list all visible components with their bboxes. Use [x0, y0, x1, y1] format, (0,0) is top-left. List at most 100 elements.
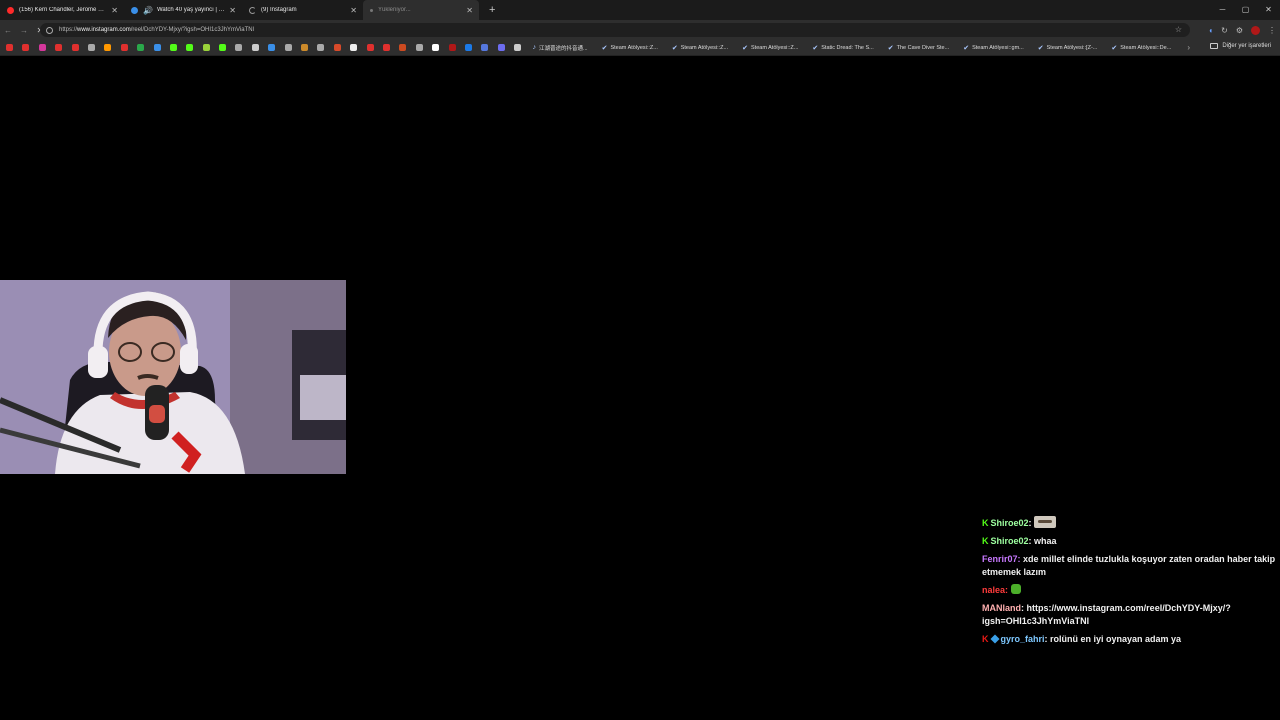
chat-username: Shiroe02	[990, 518, 1029, 528]
chat-message: MANland: https://www.instagram.com/reel/…	[982, 602, 1278, 628]
chat-message: K Shiroe02:	[982, 516, 1278, 530]
bookmark-favicon-icon[interactable]	[202, 44, 210, 51]
tab-instagram[interactable]: (9) Instagram ✕	[242, 0, 363, 20]
site-info-icon[interactable]	[46, 26, 53, 34]
tab-title: (9) Instagram	[261, 7, 297, 13]
menu-icon[interactable]: ⋮	[1268, 26, 1276, 35]
bookmark-favicon-icon[interactable]	[169, 44, 177, 51]
new-tab-button[interactable]: +	[489, 4, 495, 16]
chat-text: rolünü en iyi oynayan adam ya	[1050, 634, 1182, 644]
other-bookmarks-folder[interactable]: Diğer yer işaretleri	[1210, 43, 1271, 49]
bookmark-item[interactable]: ✔ Steam Atölyesi::Z...	[742, 44, 798, 52]
bookmark-favicon-icon[interactable]	[497, 44, 505, 51]
navigation-bar: ← → ✕ https://www.instagram.com/reel/Dch…	[0, 20, 1280, 40]
bookmark-favicon-icon[interactable]	[415, 44, 423, 51]
bookmark-favicon-icon[interactable]	[55, 44, 63, 51]
bookmark-favicon-icon[interactable]	[317, 44, 325, 51]
bookmark-favicon-icon[interactable]	[104, 44, 112, 51]
streamer-webcam	[0, 280, 346, 474]
refresh-extension-icon[interactable]: ↻	[1221, 26, 1228, 35]
bookmark-favicon-icon[interactable]	[38, 44, 46, 51]
extensions-icon[interactable]: ⚙	[1236, 26, 1243, 35]
steam-check-icon: ✔	[671, 44, 678, 52]
forward-button[interactable]: →	[16, 26, 32, 35]
chat-username: gyro_fahri	[1000, 634, 1045, 644]
bookmark-favicon-icon[interactable]	[350, 44, 358, 51]
bookmark-item[interactable]: ✔ The Cave Diver Ste...	[888, 44, 949, 52]
chat-username: nalea	[982, 585, 1006, 595]
chat-colon: :	[1005, 585, 1011, 595]
tab-close-icon[interactable]: ✕	[466, 6, 473, 15]
bookmark-star-icon[interactable]: ☆	[1175, 25, 1182, 34]
folder-icon	[1210, 43, 1219, 49]
bookmark-favicon-icon[interactable]	[153, 44, 161, 51]
read-aloud-icon[interactable]: ◖	[1208, 26, 1213, 35]
tab-close-icon[interactable]: ✕	[111, 6, 118, 15]
back-button[interactable]: ←	[0, 26, 16, 35]
tab-close-icon[interactable]: ✕	[229, 6, 236, 15]
bookmark-favicon-icon[interactable]	[464, 44, 472, 51]
bookmark-item[interactable]: ♪ 江湖晋途的抖音通...	[533, 44, 588, 52]
chat-text: whaa	[1034, 536, 1057, 546]
bookmark-item[interactable]: ✔ Steam Atölyesi::[Z-...	[1038, 44, 1098, 52]
bookmark-favicon-icon[interactable]	[120, 44, 128, 51]
steam-check-icon: ✔	[887, 44, 894, 52]
bookmark-favicon-icon[interactable]	[268, 44, 276, 51]
window-controls: ─ ▢ ✕	[1211, 0, 1280, 20]
steam-check-icon: ✔	[601, 44, 608, 52]
bookmark-favicon-icon[interactable]	[514, 44, 522, 51]
face-emote-icon	[1034, 516, 1057, 528]
bookmark-item[interactable]: ✔ Static Dread: The S...	[812, 44, 873, 52]
bookmark-item[interactable]: ✔ Steam Atölyesi::De...	[1111, 44, 1171, 52]
green-emote-icon	[1010, 584, 1021, 594]
bookmark-favicon-icon[interactable]	[366, 44, 374, 51]
bookmark-favicon-icon[interactable]	[399, 44, 407, 51]
bookmark-favicon-icon[interactable]	[137, 44, 145, 51]
bookmark-item[interactable]: ✔ Steam Atölyesi::gm...	[963, 44, 1024, 52]
bookmark-favicon-icon[interactable]	[186, 44, 194, 51]
close-window-button[interactable]: ✕	[1257, 0, 1280, 20]
url-prefix: https://	[59, 27, 78, 33]
tab-close-icon[interactable]: ✕	[350, 6, 357, 15]
speaker-icon[interactable]: 🔊	[143, 6, 153, 15]
more-bookmarks-chevron-icon[interactable]: ›	[1187, 43, 1190, 52]
tab-strip: (156) Kerri Chandler, Jerome Sydenham ✕ …	[0, 0, 1280, 20]
webcam-scene	[0, 280, 346, 474]
bookmark-favicon-icon[interactable]	[333, 44, 341, 51]
bookmark-favicon-icon[interactable]	[22, 44, 30, 51]
steam-check-icon: ✔	[1111, 44, 1118, 52]
bookmark-favicon-icon[interactable]	[301, 44, 309, 51]
bookmark-item[interactable]: ✔ Steam Atölyesi::Z...	[602, 44, 658, 52]
bookmark-favicon-icon[interactable]	[481, 44, 489, 51]
tab-stream[interactable]: 🔊 Watch 40 yaş yayıncı | Stream ✕	[124, 0, 242, 20]
cube-badge-icon	[989, 634, 1000, 644]
bookmark-favicon-icon[interactable]	[71, 44, 79, 51]
tiktok-icon: ♪	[532, 44, 537, 51]
bookmark-favicon-icon[interactable]	[432, 44, 440, 51]
kick-badge-icon: K	[982, 518, 989, 528]
bookmark-favicon-icon[interactable]	[219, 44, 227, 51]
bookmark-favicon-icon[interactable]	[284, 44, 292, 51]
loading-spinner-icon	[249, 6, 256, 14]
bookmark-favicon-icon[interactable]	[87, 44, 95, 51]
profile-avatar[interactable]	[1251, 25, 1260, 35]
tab-title: (156) Kerri Chandler, Jerome Sydenham	[19, 7, 107, 13]
address-bar[interactable]: https://www.instagram.com/reel/DchYDY-Mj…	[40, 23, 1190, 37]
bookmark-favicon-icon[interactable]	[382, 44, 390, 51]
minimize-button[interactable]: ─	[1211, 0, 1234, 20]
bookmark-item[interactable]: ✔ Steam Atölyesi::Z...	[672, 44, 728, 52]
chat-overlay: K Shiroe02: K Shiroe02: whaa Fenrir07: xde…	[982, 516, 1278, 651]
bookmark-favicon-icon[interactable]	[6, 44, 13, 51]
youtube-favicon-icon	[7, 6, 14, 14]
maximize-button[interactable]: ▢	[1234, 0, 1257, 20]
tab-youtube[interactable]: (156) Kerri Chandler, Jerome Sydenham ✕	[0, 0, 124, 20]
steam-check-icon: ✔	[1037, 44, 1044, 52]
chat-message: K Shiroe02: whaa	[982, 535, 1278, 548]
chat-message: Fenrir07: xde millet elinde tuzlukla koş…	[982, 553, 1278, 579]
bookmarks-bar: ♪ 江湖晋途的抖音通... ✔ Steam Atölyesi::Z... ✔ Stea…	[0, 40, 1280, 56]
bookmark-favicon-icon[interactable]	[235, 44, 243, 51]
toolbar-right: ◖ ↻ ⚙ ⋮	[1208, 20, 1276, 40]
tab-loading[interactable]: Yükleniyor... ✕	[363, 0, 479, 20]
bookmark-favicon-icon[interactable]	[251, 44, 259, 51]
bookmark-favicon-icon[interactable]	[448, 44, 456, 51]
